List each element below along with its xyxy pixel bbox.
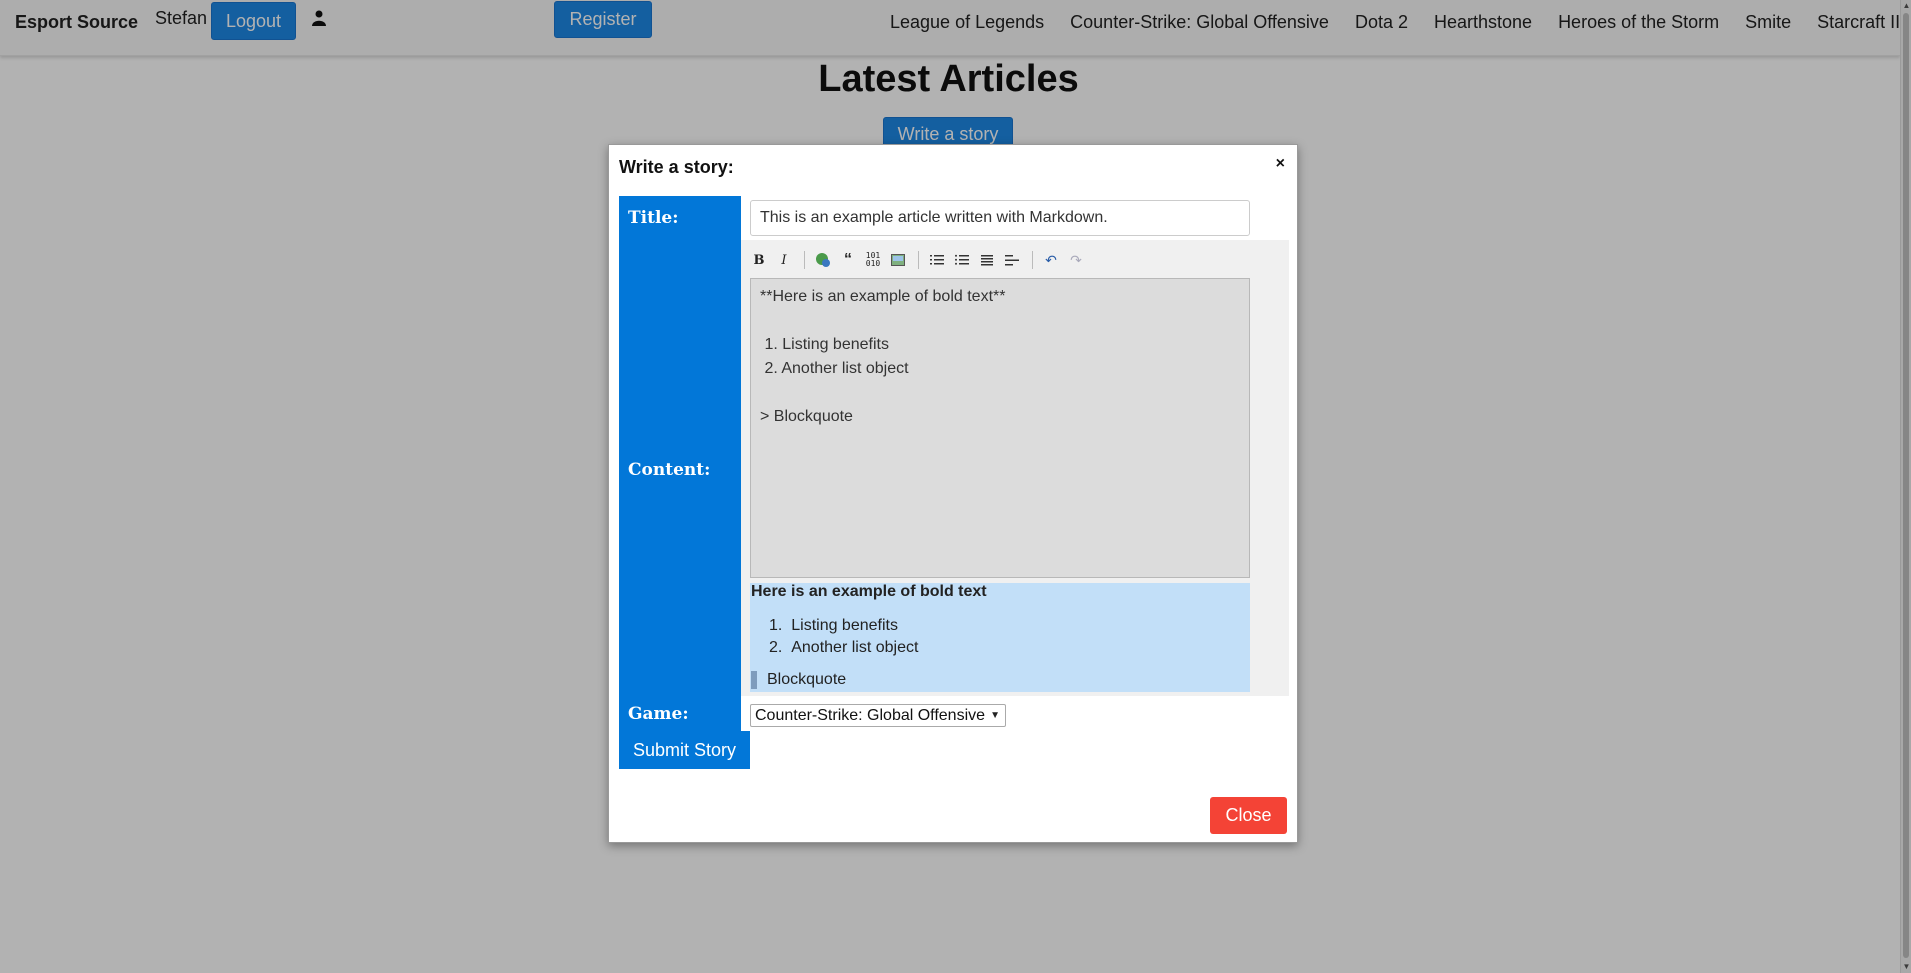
list-item: 2. Another list object bbox=[769, 639, 919, 656]
editor-toolbar: B I “ 101 010 ↶ ↷ bbox=[749, 249, 1091, 271]
markdown-preview: Here is an example of bold text 1. Listi… bbox=[750, 583, 1250, 692]
preview-list-item-1: Listing benefits bbox=[791, 617, 898, 634]
submit-story-button[interactable]: Submit Story bbox=[619, 731, 750, 769]
horizontal-rule-icon[interactable] bbox=[1002, 250, 1022, 270]
game-select-value: Counter-Strike: Global Offensive bbox=[755, 707, 986, 724]
game-label: Game: bbox=[628, 704, 689, 724]
redo-icon[interactable]: ↷ bbox=[1066, 250, 1086, 270]
bold-icon[interactable]: B bbox=[749, 250, 769, 270]
close-icon[interactable]: × bbox=[1276, 155, 1285, 173]
heading-icon[interactable] bbox=[977, 250, 997, 270]
toolbar-divider bbox=[1032, 251, 1033, 269]
preview-blockquote: Blockquote bbox=[751, 671, 846, 689]
form-label-column: Title: Content: Game: bbox=[619, 196, 741, 732]
close-button[interactable]: Close bbox=[1210, 797, 1287, 834]
list-item: 1. Listing benefits bbox=[769, 617, 898, 634]
toolbar-divider bbox=[804, 251, 805, 269]
quote-icon[interactable]: “ bbox=[838, 250, 858, 270]
undo-icon[interactable]: ↶ bbox=[1041, 250, 1061, 270]
modal-title: Write a story: bbox=[619, 157, 734, 177]
preview-bold-text: Here is an example of bold text bbox=[751, 583, 987, 600]
markdown-editor: B I “ 101 010 ↶ ↷ **Here is an example o… bbox=[741, 240, 1289, 696]
dropdown-arrow-icon: ▼ bbox=[990, 710, 1000, 721]
italic-icon[interactable]: I bbox=[774, 250, 794, 270]
content-textarea[interactable]: **Here is an example of bold text** 1. L… bbox=[750, 278, 1250, 578]
toolbar-divider bbox=[918, 251, 919, 269]
preview-list-item-2: Another list object bbox=[791, 639, 919, 656]
write-story-modal: Write a story: × Title: Content: Game: B… bbox=[608, 144, 1298, 843]
title-input[interactable] bbox=[750, 200, 1250, 236]
ordered-list-icon[interactable] bbox=[927, 250, 947, 270]
game-select[interactable]: Counter-Strike: Global Offensive ▼ bbox=[750, 704, 1006, 727]
title-label: Title: bbox=[628, 208, 679, 228]
content-label: Content: bbox=[628, 460, 711, 480]
unordered-list-icon[interactable] bbox=[952, 250, 972, 270]
code-icon[interactable]: 101 010 bbox=[863, 250, 883, 270]
image-icon[interactable] bbox=[888, 250, 908, 270]
preview-ordered-list: 1. Listing benefits 2. Another list obje… bbox=[769, 615, 918, 659]
link-icon[interactable] bbox=[813, 250, 833, 270]
